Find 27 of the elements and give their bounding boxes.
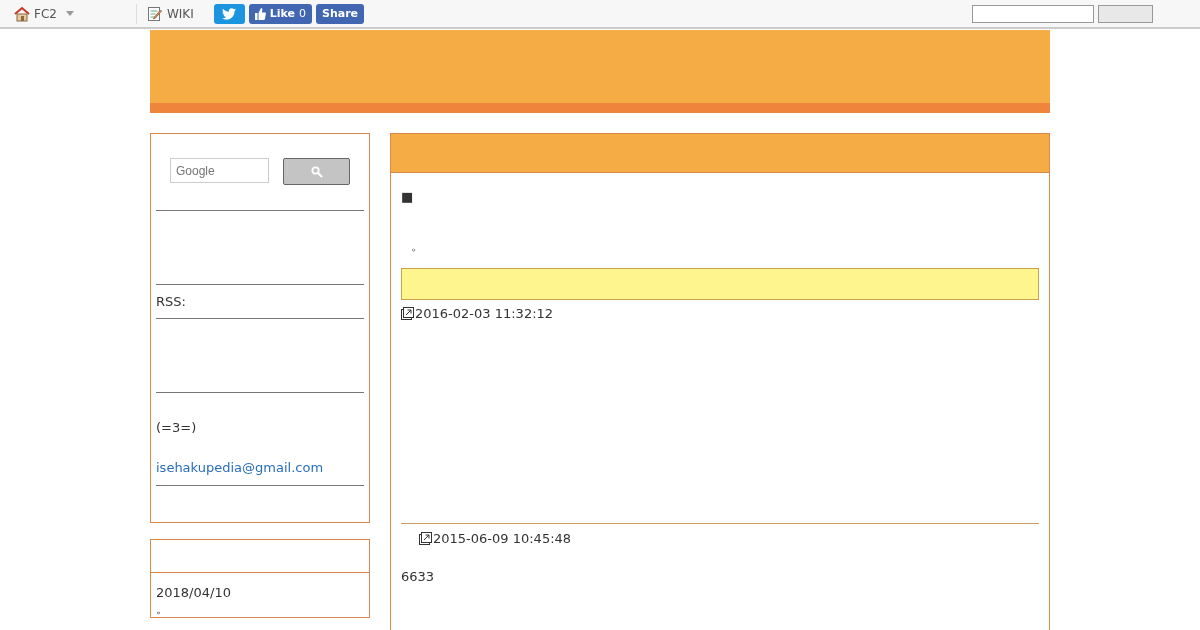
count-text: 6633 — [401, 569, 436, 584]
search-button[interactable] — [283, 158, 350, 185]
body-text: 。 — [410, 237, 425, 255]
search-field[interactable] — [972, 4, 1094, 23]
square-bullet: ■ — [401, 189, 415, 204]
like-button[interactable]: Like 0 — [248, 3, 312, 24]
tweet-button[interactable] — [213, 3, 245, 24]
wiki-link[interactable]: WIKI — [146, 5, 194, 22]
house-icon — [14, 5, 30, 22]
body-text: 。 — [156, 601, 169, 617]
rss-label: RSS: — [156, 293, 187, 311]
note-text: (=3=) — [156, 419, 198, 436]
share-button[interactable]: Share — [316, 3, 365, 24]
bird-icon — [222, 7, 237, 20]
search-button[interactable] — [1098, 4, 1153, 23]
search-field[interactable]: Google — [170, 158, 269, 183]
home-link[interactable]: FC2 — [14, 5, 57, 22]
timestamp: 2016-02-03 11:32:12 — [415, 306, 554, 321]
thumbs-up-icon — [254, 7, 266, 20]
timestamp: 2015-06-09 10:45:48 — [433, 531, 572, 546]
external-link-icon — [401, 307, 414, 320]
email-link[interactable]: isehakupedia@gmail.com — [156, 436, 364, 485]
date-text: 2018/04/10 — [156, 585, 232, 601]
external-link-icon — [419, 532, 432, 545]
caret-icon[interactable] — [65, 11, 74, 16]
notepad-pencil-icon — [146, 5, 163, 22]
search-icon — [310, 165, 323, 178]
